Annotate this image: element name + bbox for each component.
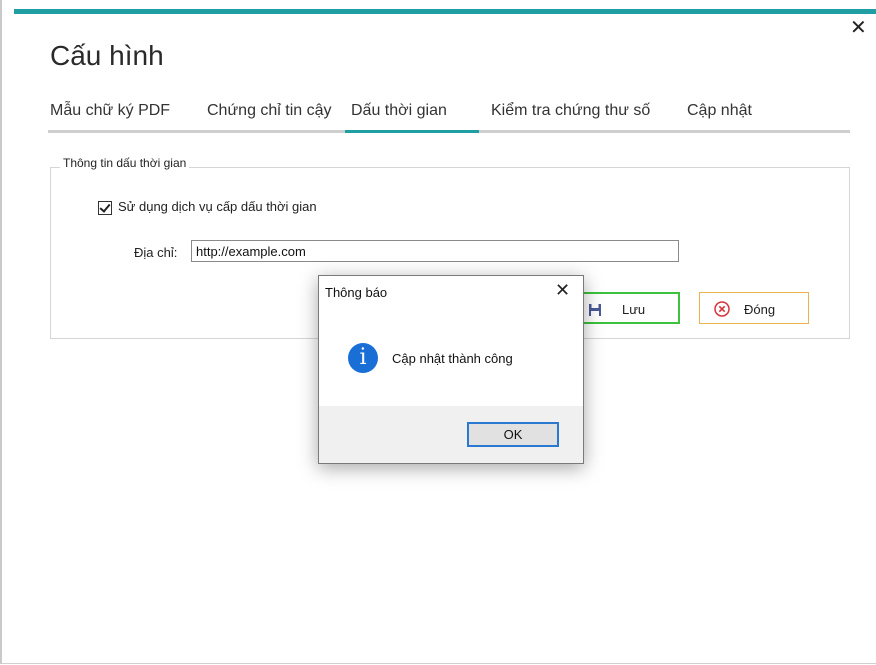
- notification-dialog: Thông báo ✕ i Cập nhật thành công OK: [318, 275, 584, 464]
- info-icon: i: [348, 343, 378, 373]
- tab-timestamp[interactable]: Dấu thời gian: [351, 102, 447, 120]
- address-label: Địa chỉ:: [134, 245, 178, 260]
- floppy-disk-icon: [589, 303, 601, 316]
- active-tab-indicator: [345, 130, 479, 133]
- page-title: Cấu hình: [50, 40, 164, 71]
- use-timestamp-service-row[interactable]: Sử dụng dịch vụ cấp dấu thời gian: [98, 199, 317, 215]
- window-close-icon[interactable]: ✕: [850, 17, 867, 37]
- top-accent-bar: [14, 9, 876, 14]
- save-label: Lưu: [622, 302, 646, 317]
- tab-trusted-certificates[interactable]: Chứng chỉ tin cậy: [207, 102, 332, 120]
- tab-pdf-signature[interactable]: Mẫu chữ ký PDF: [50, 102, 170, 120]
- save-button[interactable]: Lưu: [576, 292, 680, 324]
- close-circle-icon: [714, 301, 730, 317]
- address-input[interactable]: [191, 240, 679, 262]
- dialog-title: Thông báo: [325, 285, 388, 300]
- close-button[interactable]: Đóng: [699, 292, 809, 324]
- tab-check-certificate[interactable]: Kiểm tra chứng thư số: [491, 102, 650, 120]
- tab-bar: Mẫu chữ ký PDF Chứng chỉ tin cậy Dấu thờ…: [48, 98, 850, 136]
- close-label: Đóng: [744, 301, 776, 317]
- dialog-close-icon[interactable]: ✕: [555, 280, 570, 301]
- dialog-message: Cập nhật thành công: [392, 351, 513, 366]
- use-timestamp-label: Sử dụng dịch vụ cấp dấu thời gian: [118, 199, 317, 214]
- tab-update[interactable]: Cập nhật: [687, 102, 752, 120]
- use-timestamp-checkbox[interactable]: [98, 200, 112, 215]
- ok-button[interactable]: OK: [467, 422, 559, 447]
- group-legend: Thông tin dấu thời gian: [60, 156, 190, 170]
- dialog-footer: OK: [319, 406, 583, 463]
